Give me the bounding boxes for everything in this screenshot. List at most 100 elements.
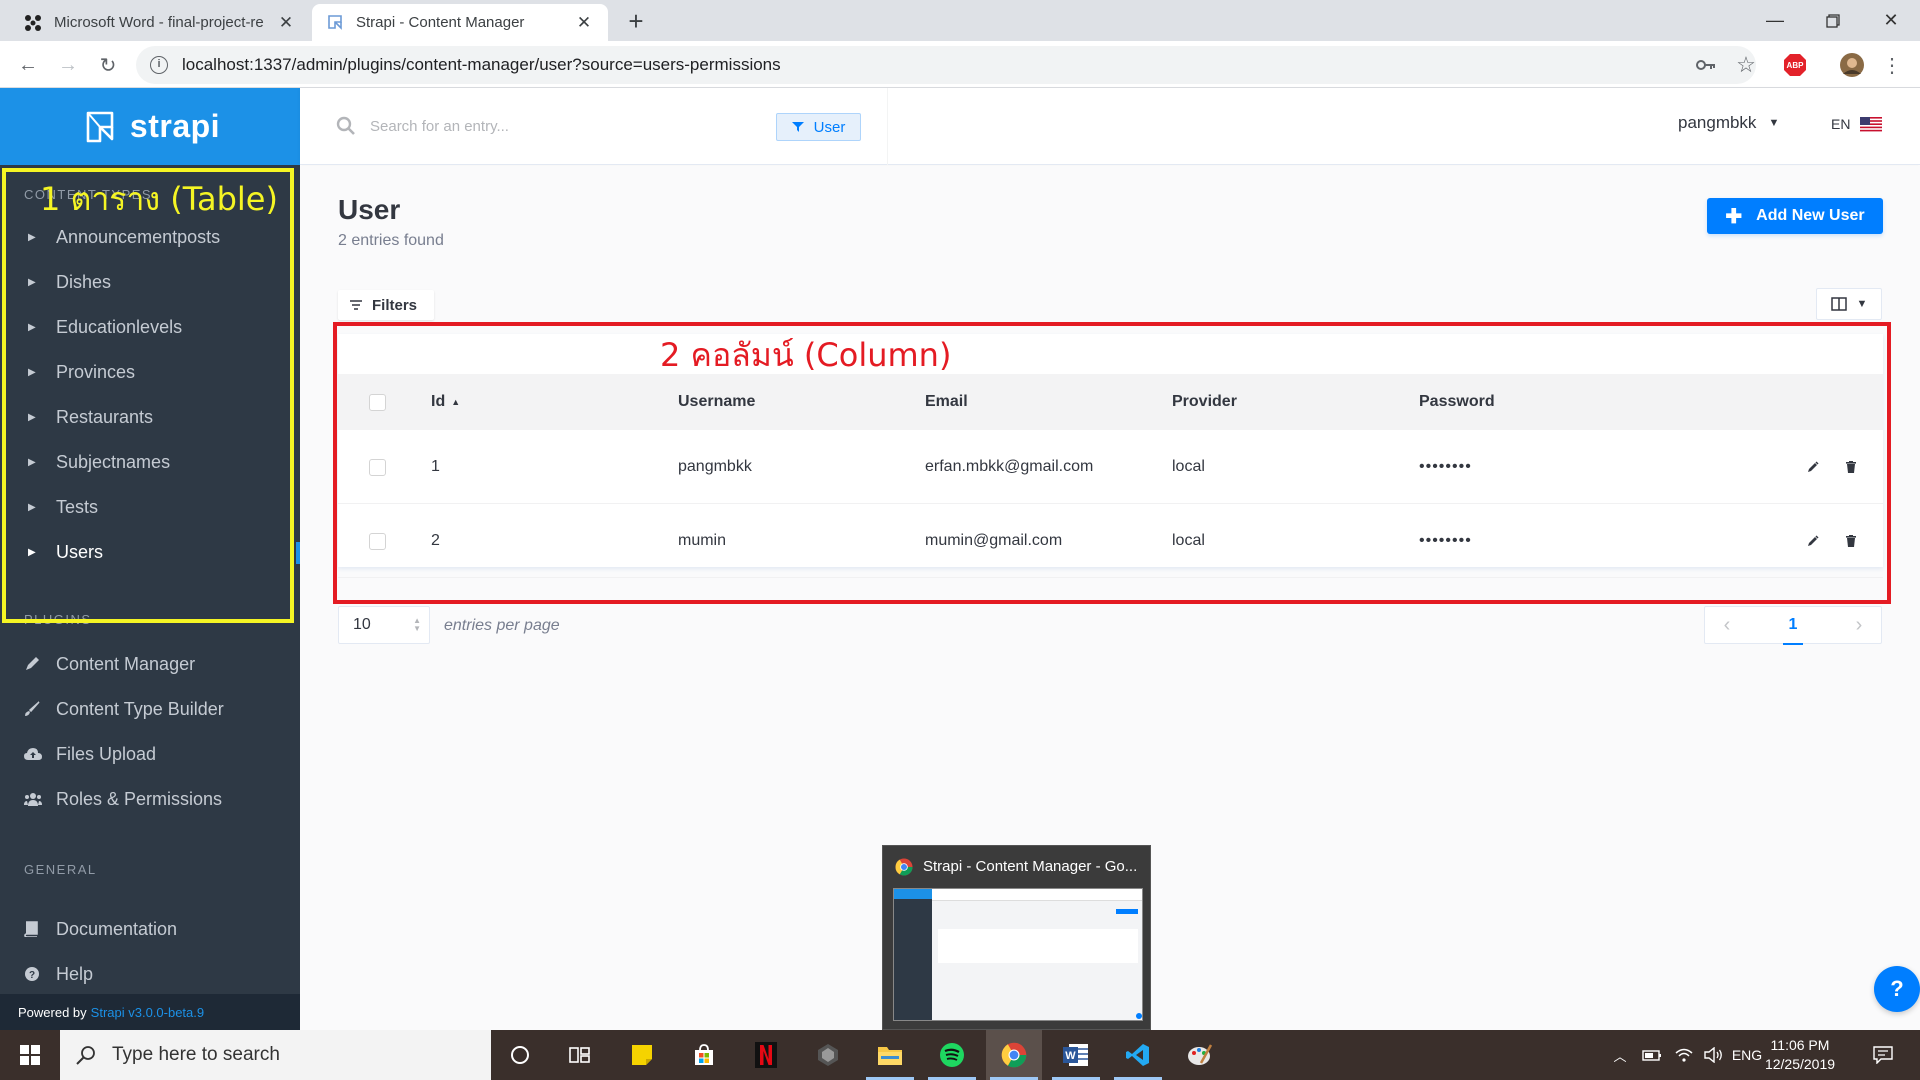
tab-word[interactable]: Microsoft Word - final-project-re ✕: [10, 4, 310, 41]
browser-menu-icon[interactable]: ⋮: [1882, 51, 1902, 79]
vscode-icon[interactable]: [1110, 1030, 1166, 1080]
preview-title: Strapi - Content Manager - Go...: [923, 858, 1138, 875]
powered-by-footer: Powered by Strapi v3.0.0-beta.9: [0, 994, 300, 1030]
strapi-logo[interactable]: strapi: [0, 88, 300, 165]
taskbar-clock[interactable]: 11:06 PM 12/25/2019: [1755, 1036, 1845, 1074]
windows-taskbar: Type here to search W ︿ ENG 11:06 PM 12/…: [0, 1030, 1920, 1080]
filter-icon: [791, 122, 804, 132]
us-flag-icon: [1860, 116, 1883, 132]
filters-button[interactable]: Filters: [338, 290, 434, 320]
forward-icon[interactable]: →: [52, 49, 84, 81]
sidebar-item-help[interactable]: ? Help: [0, 956, 300, 992]
pen-icon: [0, 656, 56, 672]
tab-strapi[interactable]: Strapi - Content Manager ✕: [312, 4, 608, 41]
taskbar-search-box[interactable]: Type here to search: [60, 1030, 491, 1080]
page-title: User: [338, 194, 401, 225]
next-page-icon[interactable]: ›: [1837, 614, 1881, 637]
search-icon: [336, 116, 355, 135]
header-divider: [887, 88, 888, 165]
key-icon[interactable]: [1692, 51, 1720, 79]
new-tab-button[interactable]: +: [620, 6, 652, 38]
close-window-icon[interactable]: ✕: [1862, 0, 1920, 41]
sidebar-item-label: Files Upload: [56, 743, 157, 764]
search-input[interactable]: [370, 112, 750, 140]
cortana-icon[interactable]: [492, 1030, 548, 1080]
site-info-icon[interactable]: i: [150, 56, 168, 74]
taskbar-window-preview[interactable]: Strapi - Content Manager - Go...: [882, 845, 1151, 1030]
users-icon: [0, 792, 56, 806]
language-selector[interactable]: EN: [1831, 116, 1883, 132]
tab-title: Strapi - Content Manager: [356, 14, 525, 31]
svg-text:?: ?: [29, 970, 35, 981]
adblock-badge: ABP: [1786, 60, 1804, 70]
columns-toggle-button[interactable]: ▼: [1816, 288, 1882, 320]
sidebar-item-label: Documentation: [56, 918, 178, 939]
adblock-icon[interactable]: ABP: [1782, 51, 1808, 79]
filter-chip-user[interactable]: User: [776, 113, 861, 141]
sidebar-item-label: Roles & Permissions: [56, 788, 223, 809]
notifications-icon[interactable]: [1866, 1030, 1900, 1080]
strapi-favicon-icon: [326, 14, 344, 32]
sidebar-item-label: Content Type Builder: [56, 698, 224, 719]
sidebar-item-content-type-builder[interactable]: Content Type Builder: [0, 691, 300, 727]
version-link[interactable]: Strapi v3.0.0-beta.9: [91, 1005, 204, 1020]
close-tab-icon[interactable]: ✕: [276, 13, 296, 33]
show-hidden-icons-icon[interactable]: ︿: [1608, 1030, 1632, 1080]
sidebar-item-documentation[interactable]: Documentation: [0, 911, 300, 947]
tab-title: Microsoft Word - final-project-re: [54, 14, 264, 31]
pagination: ‹ 1 ›: [1704, 606, 1882, 645]
profile-avatar[interactable]: [1838, 51, 1866, 79]
close-tab-icon[interactable]: ✕: [574, 13, 594, 33]
url-text: localhost:1337/admin/plugins/content-man…: [182, 55, 781, 74]
clock-date: 12/25/2019: [1764, 1056, 1836, 1072]
preview-thumbnail: [893, 888, 1143, 1021]
sidebar-item-label: Help: [56, 963, 94, 984]
microsoft-store-icon[interactable]: [676, 1030, 732, 1080]
bookmark-star-icon[interactable]: ☆: [1732, 51, 1760, 79]
battery-icon[interactable]: [1638, 1030, 1666, 1080]
chrome-taskbar-icon[interactable]: [986, 1030, 1042, 1080]
file-explorer-icon[interactable]: [862, 1030, 918, 1080]
sidebar-item-label: Content Manager: [56, 653, 196, 674]
volume-icon[interactable]: [1700, 1030, 1728, 1080]
annotation-box-table: [2, 168, 294, 623]
filter-chip-label: User: [813, 118, 846, 136]
task-view-icon[interactable]: [552, 1030, 608, 1080]
url-field[interactable]: i localhost:1337/admin/plugins/content-m…: [136, 46, 1756, 84]
netflix-icon[interactable]: [738, 1030, 794, 1080]
previous-page-icon[interactable]: ‹: [1705, 614, 1749, 637]
user-menu[interactable]: pangmbkk ▼: [1678, 113, 1779, 133]
minimize-icon[interactable]: —: [1746, 0, 1804, 41]
add-new-user-button[interactable]: ✚ Add New User: [1707, 198, 1883, 234]
sidebar-item-content-manager[interactable]: Content Manager: [0, 646, 300, 682]
sidebar-item-roles-permissions[interactable]: Roles & Permissions: [0, 781, 300, 817]
search-icon: [76, 1046, 95, 1065]
page-number[interactable]: 1: [1749, 616, 1837, 645]
reload-icon[interactable]: ↻: [92, 49, 124, 81]
spinner-arrows-icon: ▲ ▼: [413, 616, 421, 633]
per-page-select[interactable]: 10 ▲ ▼: [338, 606, 430, 644]
filter-lines-icon: [350, 300, 362, 310]
paint-icon[interactable]: [1172, 1030, 1228, 1080]
sticky-notes-icon[interactable]: [614, 1030, 670, 1080]
sidebar-item-files-upload[interactable]: Files Upload: [0, 736, 300, 772]
word-icon[interactable]: W: [1048, 1030, 1104, 1080]
unity-icon[interactable]: [800, 1030, 856, 1080]
annotation-box-column: [333, 322, 1891, 604]
powered-by-text: Powered by: [18, 1004, 87, 1020]
spotify-icon[interactable]: [924, 1030, 980, 1080]
help-button[interactable]: ?: [1874, 966, 1920, 1012]
chrome-icon: [895, 858, 913, 876]
back-icon[interactable]: ←: [12, 49, 44, 81]
brand-name: strapi: [129, 108, 221, 144]
clock-time: 11:06 PM: [1770, 1037, 1830, 1053]
maximize-icon[interactable]: [1804, 0, 1862, 41]
taskbar-search-placeholder: Type here to search: [112, 1044, 280, 1065]
brush-icon: [0, 701, 56, 717]
wifi-icon[interactable]: [1670, 1030, 1698, 1080]
caret-down-icon: ▼: [1768, 117, 1780, 129]
windows-start-icon[interactable]: [0, 1030, 60, 1080]
svg-text:W: W: [1065, 1050, 1076, 1062]
section-title-general: GENERAL: [24, 862, 97, 877]
filters-label: Filters: [372, 296, 418, 314]
